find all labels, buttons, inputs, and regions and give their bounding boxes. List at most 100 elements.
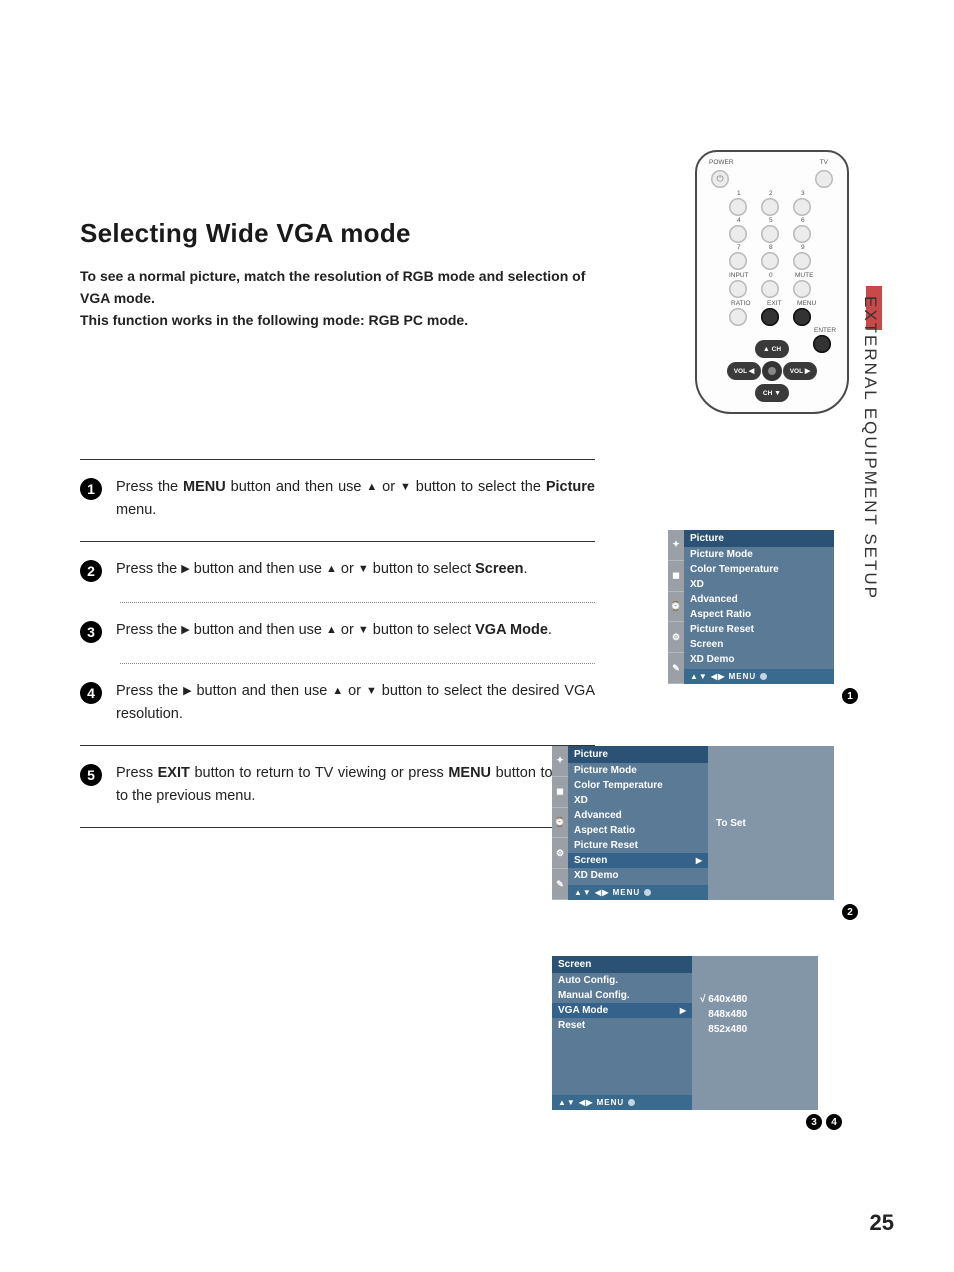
osd-menu-column: Picture Picture Mode Color Temperature X… xyxy=(684,530,834,684)
osd-icon: ⌚ xyxy=(668,592,684,623)
step-badge-2: 2 xyxy=(80,560,102,582)
osd-spacer xyxy=(552,1078,692,1093)
osd-icon: ✎ xyxy=(668,653,684,684)
osd-panel-1: ✦ ◼ ⌚ ⚙ ✎ Picture Picture Mode Color Tem… xyxy=(668,530,834,684)
intro-line-2: This function works in the following mod… xyxy=(80,312,468,328)
remote-vol-down: VOL ◀ xyxy=(727,362,761,380)
remote-key-4 xyxy=(729,225,747,243)
right-arrow-icon: ▶ xyxy=(183,683,191,700)
down-arrow-icon: ▼ xyxy=(400,479,411,496)
osd-item: Auto Config. xyxy=(552,973,692,988)
osd-callout-3-4: 3 4 xyxy=(806,1112,842,1130)
remote-key-7 xyxy=(729,252,747,270)
osd-footer: ▲▼ ◀▶ MENU xyxy=(568,885,708,900)
osd-item: XD xyxy=(684,577,834,592)
osd-callout-2: 2 xyxy=(842,902,858,920)
remote-vol-up: VOL ▶ xyxy=(783,362,817,380)
step-3-text: Press the ▶ button and then use ▲ or ▼ b… xyxy=(116,619,552,643)
osd-icon: ⌚ xyxy=(552,808,568,839)
osd-icon-column: ✦ ◼ ⌚ ⚙ ✎ xyxy=(552,746,568,900)
remote-digit-5: 5 xyxy=(769,217,773,224)
intro-text: To see a normal picture, match the resol… xyxy=(80,266,600,331)
remote-key-1 xyxy=(729,198,747,216)
osd-icon: ⚙ xyxy=(552,838,568,869)
remote-illustration: POWER TV ⏻ 1 2 3 4 5 6 7 8 9 INPUT 0 MUT… xyxy=(695,150,849,414)
divider xyxy=(80,827,595,828)
right-arrow-icon: ▶ xyxy=(181,561,189,578)
remote-input-button xyxy=(729,280,747,298)
osd-item-screen-highlight: Screen▶ xyxy=(568,853,708,868)
osd-item: Aspect Ratio xyxy=(684,607,834,622)
step-badge-3: 3 xyxy=(80,621,102,643)
osd-panel-3: Screen Auto Config. Manual Config. VGA M… xyxy=(552,956,818,1110)
step-5-text: Press EXIT button to return to TV viewin… xyxy=(116,762,595,807)
osd-item: Advanced xyxy=(684,592,834,607)
osd-item: Manual Config. xyxy=(552,988,692,1003)
osd-spacer xyxy=(552,1063,692,1078)
osd-item: Picture Mode xyxy=(568,763,708,778)
osd-spacer xyxy=(552,1033,692,1048)
osd-icon: ✦ xyxy=(552,746,568,777)
osd-menu-column: Screen Auto Config. Manual Config. VGA M… xyxy=(552,956,692,1110)
osd-item: Screen xyxy=(684,637,834,652)
osd-vga-option: √ 848x480 xyxy=(700,1007,810,1022)
enter-dot-icon xyxy=(644,889,651,896)
page-number: 25 xyxy=(870,1210,894,1236)
remote-ch-down: CH ▼ xyxy=(755,384,789,402)
osd-vga-options: √ 640x480 √ 848x480 √ 852x480 xyxy=(692,956,818,1110)
remote-digit-2: 2 xyxy=(769,190,773,197)
osd-item: Advanced xyxy=(568,808,708,823)
osd-icon: ⚙ xyxy=(668,622,684,653)
up-arrow-icon: ▲ xyxy=(326,622,337,639)
step-5: 5 Press EXIT button to return to TV view… xyxy=(80,746,595,827)
osd-footer: ▲▼ ◀▶ MENU xyxy=(552,1095,692,1110)
step-badge-4: 4 xyxy=(80,682,102,704)
remote-digit-0: 0 xyxy=(769,272,773,279)
osd-screen-header: Screen xyxy=(552,956,692,973)
enter-dot-icon xyxy=(628,1099,635,1106)
osd-vga-option: √ 852x480 xyxy=(700,1022,810,1037)
remote-menu-button xyxy=(793,308,811,326)
osd-picture-header: Picture xyxy=(684,530,834,547)
remote-ch-up: ▲ CH xyxy=(755,340,789,358)
osd-picture-header: Picture xyxy=(568,746,708,763)
remote-key-8 xyxy=(761,252,779,270)
step-2-text: Press the ▶ button and then use ▲ or ▼ b… xyxy=(116,558,528,582)
osd-item: XD Demo xyxy=(684,652,834,667)
step-3: 3 Press the ▶ button and then use ▲ or ▼… xyxy=(80,603,595,663)
osd-icon-column: ✦ ◼ ⌚ ⚙ ✎ xyxy=(668,530,684,684)
section-tab: EXTERNAL EQUIPMENT SETUP xyxy=(850,290,874,630)
remote-mute-label: MUTE xyxy=(795,272,813,279)
osd-icon: ◼ xyxy=(668,561,684,592)
remote-tv-label: TV xyxy=(820,159,828,166)
osd-callout-1: 1 xyxy=(842,686,858,704)
osd-item: Picture Mode xyxy=(684,547,834,562)
remote-power-label: POWER xyxy=(709,159,734,166)
remote-enter-label: ENTER xyxy=(814,327,836,334)
remote-digit-4: 4 xyxy=(737,217,741,224)
step-1: 1 Press the MENU button and then use ▲ o… xyxy=(80,460,595,541)
remote-key-2 xyxy=(761,198,779,216)
step-4: 4 Press the ▶ button and then use ▲ or ▼… xyxy=(80,664,595,745)
step-2: 2 Press the ▶ button and then use ▲ or ▼… xyxy=(80,542,595,602)
up-arrow-icon: ▲ xyxy=(366,479,377,496)
remote-dpad: ▲ CH CH ▼ VOL ◀ VOL ▶ xyxy=(727,340,817,402)
down-arrow-icon: ▼ xyxy=(358,561,369,578)
steps-list: 1 Press the MENU button and then use ▲ o… xyxy=(80,459,595,828)
remote-ratio-button xyxy=(729,308,747,326)
osd-submenu: To Set xyxy=(708,746,834,900)
up-arrow-icon: ▲ xyxy=(332,683,343,700)
remote-menu-label: MENU xyxy=(797,300,816,307)
osd-spacer xyxy=(552,1048,692,1063)
osd-item-vga-highlight: VGA Mode▶ xyxy=(552,1003,692,1018)
remote-digit-6: 6 xyxy=(801,217,805,224)
remote-key-0 xyxy=(761,280,779,298)
intro-line-1: To see a normal picture, match the resol… xyxy=(80,268,585,306)
down-arrow-icon: ▼ xyxy=(358,622,369,639)
step-badge-5: 5 xyxy=(80,764,102,786)
right-arrow-icon: ▶ xyxy=(680,1006,686,1015)
enter-dot-icon xyxy=(760,673,767,680)
remote-power-button: ⏻ xyxy=(711,170,729,188)
remote-input-label: INPUT xyxy=(729,272,749,279)
osd-icon: ✎ xyxy=(552,869,568,900)
